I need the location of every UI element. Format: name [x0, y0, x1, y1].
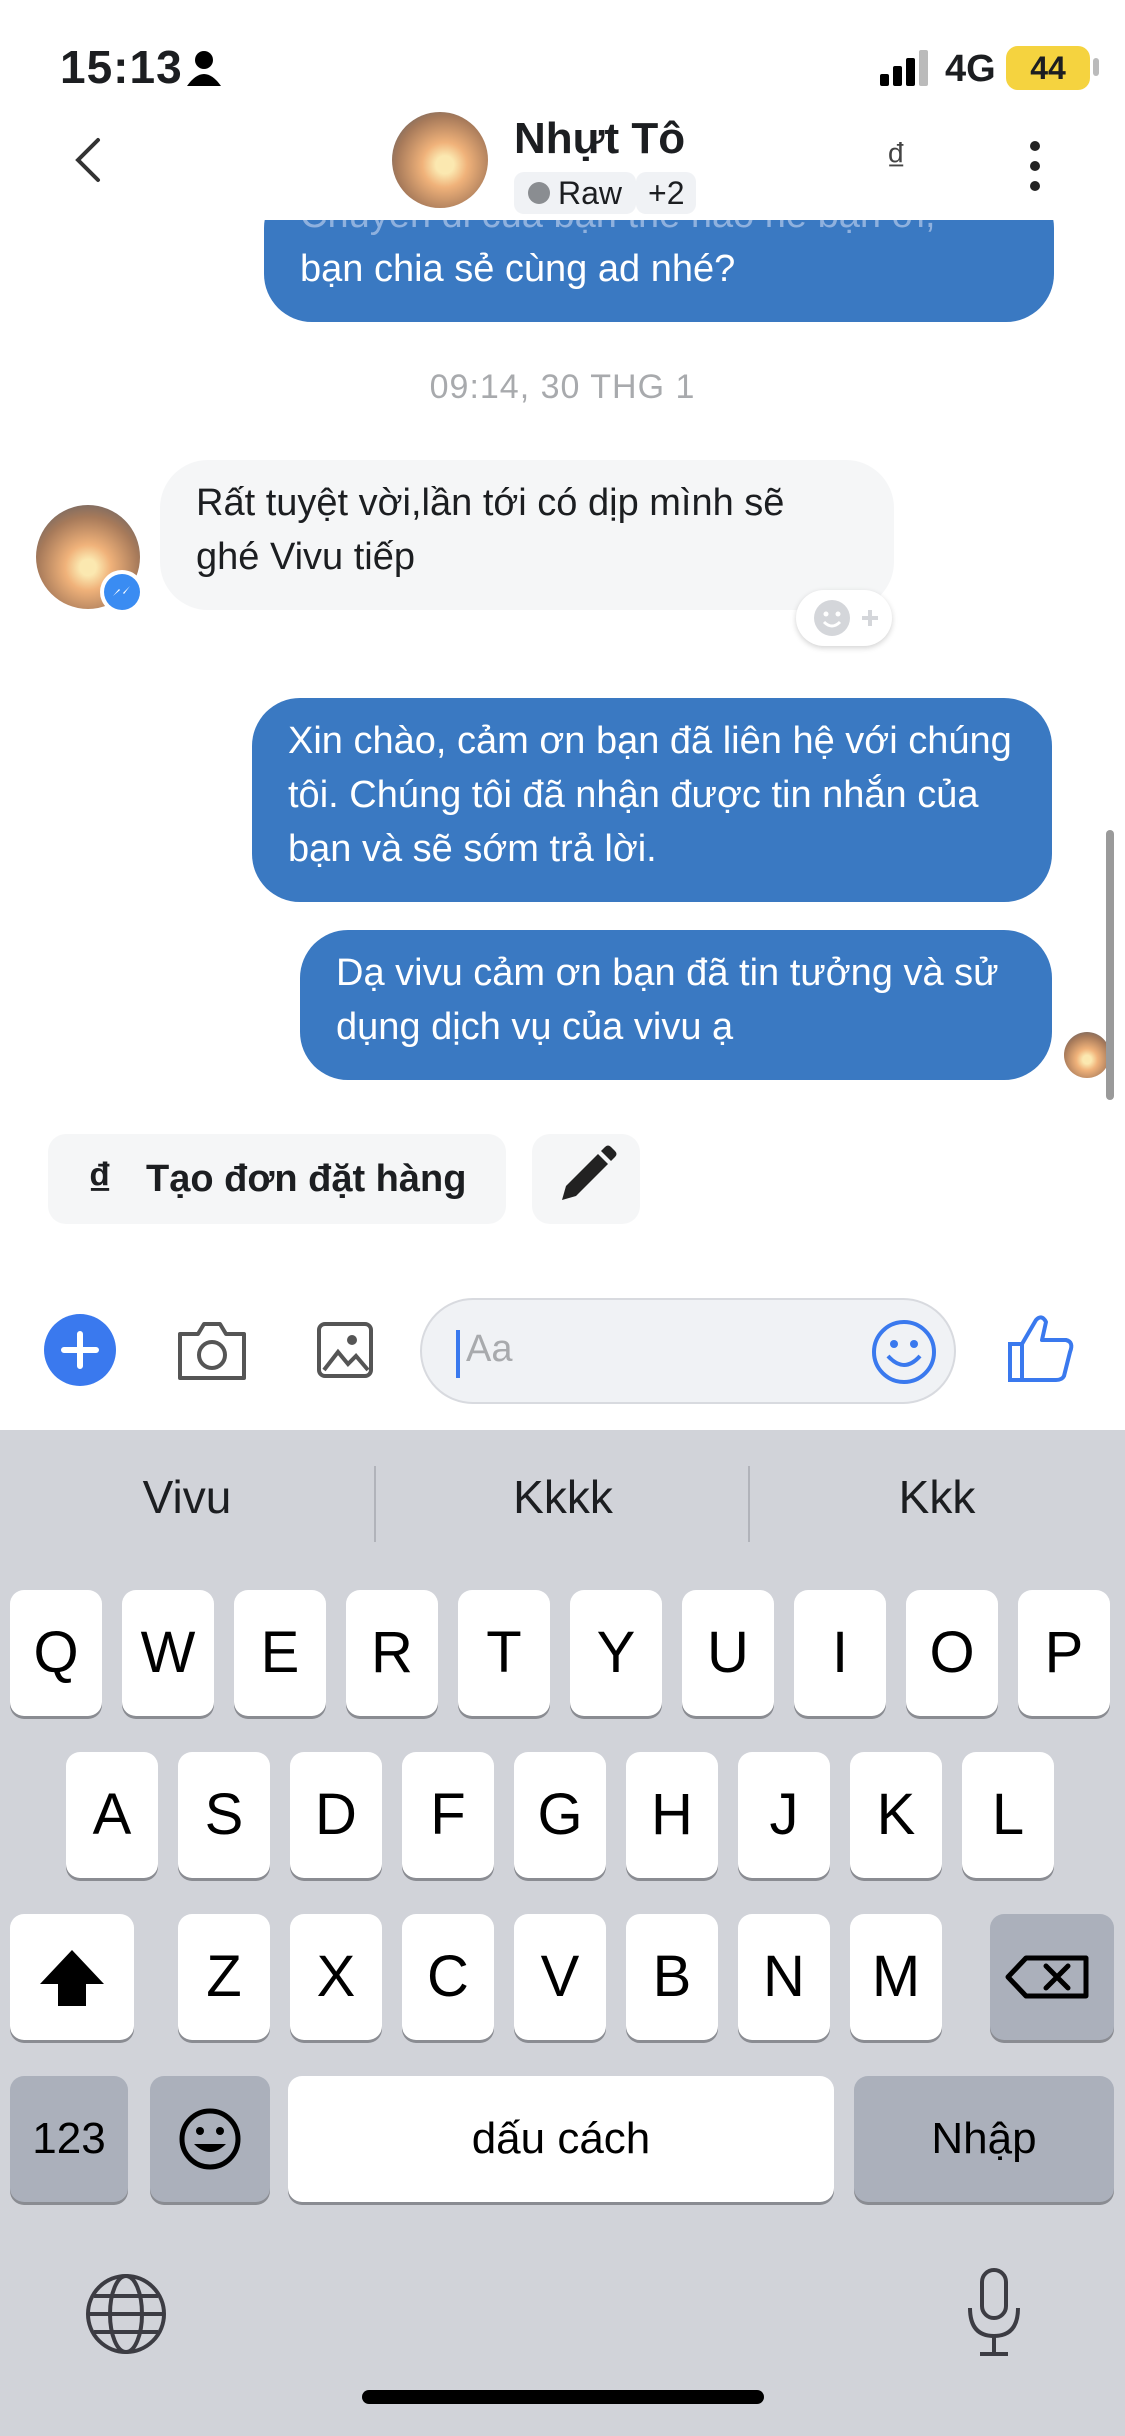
key-s[interactable]: S — [178, 1752, 270, 1878]
key-x[interactable]: X — [290, 1914, 382, 2040]
battery-level: 44 — [1006, 46, 1090, 90]
space-key[interactable]: dấu cách — [288, 2076, 834, 2202]
plus-icon[interactable] — [44, 1314, 116, 1386]
text-caret — [456, 1330, 460, 1378]
tag-more[interactable]: +2 — [636, 172, 697, 214]
tag-dot — [528, 182, 550, 204]
network-label: 4G — [945, 48, 996, 90]
key-n[interactable]: N — [738, 1914, 830, 2040]
messenger-icon — [100, 570, 144, 614]
emoji-icon — [179, 2108, 241, 2170]
person-icon — [187, 51, 221, 86]
contact-avatar[interactable] — [392, 112, 488, 208]
key-m[interactable]: M — [850, 1914, 942, 2040]
key-j[interactable]: J — [738, 1752, 830, 1878]
globe-icon[interactable] — [84, 2272, 168, 2356]
mic-icon[interactable] — [964, 2266, 1024, 2362]
message-outgoing[interactable]: Dạ vivu cảm ơn bạn đã tin tưởng và sử dụ… — [300, 930, 1052, 1080]
message-input-placeholder: Aa — [466, 1328, 513, 1370]
key-p[interactable]: P — [1018, 1590, 1110, 1716]
message-incoming[interactable]: Rất tuyệt vời,lần tới có dịp mình sẽ ghé… — [160, 460, 894, 610]
currency-icon: ₫ — [88, 1153, 112, 1205]
key-g[interactable]: G — [514, 1752, 606, 1878]
key-h[interactable]: H — [626, 1752, 718, 1878]
add-reaction-icon[interactable] — [796, 590, 892, 646]
battery-tip — [1093, 58, 1099, 76]
thumbs-up-icon[interactable] — [1006, 1312, 1076, 1384]
currency-button[interactable]: ₫ — [886, 136, 907, 181]
seen-indicator-avatar — [1064, 1032, 1110, 1078]
key-c[interactable]: C — [402, 1914, 494, 2040]
key-t[interactable]: T — [458, 1590, 550, 1716]
numbers-key[interactable]: 123 — [10, 2076, 128, 2202]
message-timestamp: 09:14, 30 THG 1 — [429, 368, 696, 406]
emoji-icon[interactable] — [870, 1318, 938, 1386]
status-time: 15:13 — [60, 41, 183, 93]
key-b[interactable]: B — [626, 1914, 718, 2040]
camera-icon[interactable] — [176, 1318, 248, 1382]
message-text: Dạ vivu cảm ơn bạn đã tin tưởng và sử dụ… — [336, 952, 999, 1048]
key-u[interactable]: U — [682, 1590, 774, 1716]
key-a[interactable]: A — [66, 1752, 158, 1878]
pencil-icon — [562, 1145, 617, 1200]
signal-icon — [880, 50, 928, 86]
message-text: Rất tuyệt vời,lần tới có dịp mình sẽ ghé… — [196, 482, 785, 578]
suggestion-1[interactable]: Vivu — [0, 1470, 374, 1524]
image-icon[interactable] — [316, 1318, 374, 1382]
key-i[interactable]: I — [794, 1590, 886, 1716]
message-outgoing-auto-reply[interactable]: Xin chào, cảm ơn bạn đã liên hệ với chún… — [252, 698, 1052, 902]
key-f[interactable]: F — [402, 1752, 494, 1878]
emoji-key[interactable] — [150, 2076, 270, 2202]
key-k[interactable]: K — [850, 1752, 942, 1878]
delete-key[interactable] — [990, 1914, 1114, 2040]
suggestion-3[interactable]: Kkk — [750, 1470, 1124, 1524]
key-r[interactable]: R — [346, 1590, 438, 1716]
key-o[interactable]: O — [906, 1590, 998, 1716]
key-l[interactable]: L — [962, 1752, 1054, 1878]
message-text: bạn chia sẻ cùng ad nhé? — [300, 248, 736, 290]
key-z[interactable]: Z — [178, 1914, 270, 2040]
home-indicator[interactable] — [362, 2390, 764, 2404]
contact-name[interactable]: Nhựt Tô — [514, 114, 685, 164]
key-y[interactable]: Y — [570, 1590, 662, 1716]
key-q[interactable]: Q — [10, 1590, 102, 1716]
return-key[interactable]: Nhập — [854, 2076, 1114, 2202]
key-e[interactable]: E — [234, 1590, 326, 1716]
create-order-button[interactable]: ₫ Tạo đơn đặt hàng — [48, 1134, 506, 1224]
chat-header: Nhựt Tô Raw +2 ₫ — [0, 100, 1125, 220]
message-input[interactable]: Aa — [420, 1298, 956, 1404]
back-icon[interactable] — [60, 130, 120, 190]
more-icon[interactable] — [1020, 136, 1050, 196]
key-w[interactable]: W — [122, 1590, 214, 1716]
keyboard: Vivu Kkkk Kkk Q W E R T Y U I O P A S D … — [0, 1430, 1125, 2436]
key-d[interactable]: D — [290, 1752, 382, 1878]
message-text: Xin chào, cảm ơn bạn đã liên hệ với chún… — [288, 720, 1012, 870]
key-v[interactable]: V — [514, 1914, 606, 2040]
message-composer: Aa — [0, 1280, 1125, 1430]
edit-button[interactable] — [532, 1134, 640, 1224]
delete-icon — [1005, 1955, 1089, 1999]
tag-label: Raw — [558, 174, 623, 211]
suggestion-2[interactable]: Kkkk — [376, 1470, 750, 1524]
tag-raw[interactable]: Raw — [514, 172, 637, 214]
shift-key[interactable] — [10, 1914, 134, 2040]
create-order-label: Tạo đơn đặt hàng — [146, 1157, 467, 1200]
shift-icon — [40, 1950, 104, 2006]
scrollbar[interactable] — [1106, 830, 1114, 1100]
